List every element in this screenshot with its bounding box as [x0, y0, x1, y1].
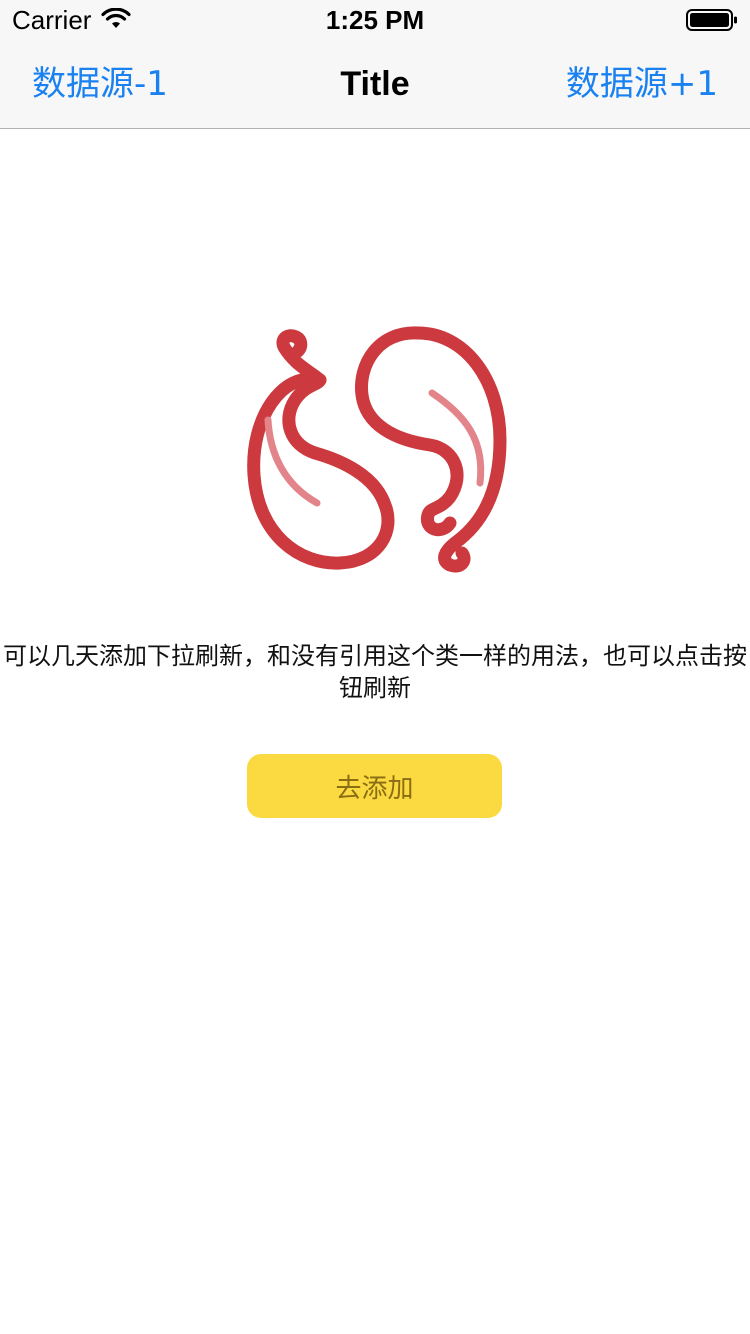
battery-icon [686, 9, 737, 31]
datasource-plus-button[interactable]: 数据源+1 [566, 62, 718, 106]
screen: Carrier 1:25 PM 数据源-1 Title 数据源+1 可以几天添加… [0, 0, 750, 1334]
add-button[interactable]: 去添加 [247, 754, 502, 818]
empty-state-message: 可以几天添加下拉刷新，和没有引用这个类一样的用法，也可以点击按钮刷新 [3, 642, 747, 702]
navigation-bar: 数据源-1 Title 数据源+1 [0, 40, 750, 129]
status-bar: Carrier 1:25 PM [0, 0, 750, 40]
clock: 1:25 PM [325, 5, 425, 35]
paisley-icon [247, 326, 507, 573]
